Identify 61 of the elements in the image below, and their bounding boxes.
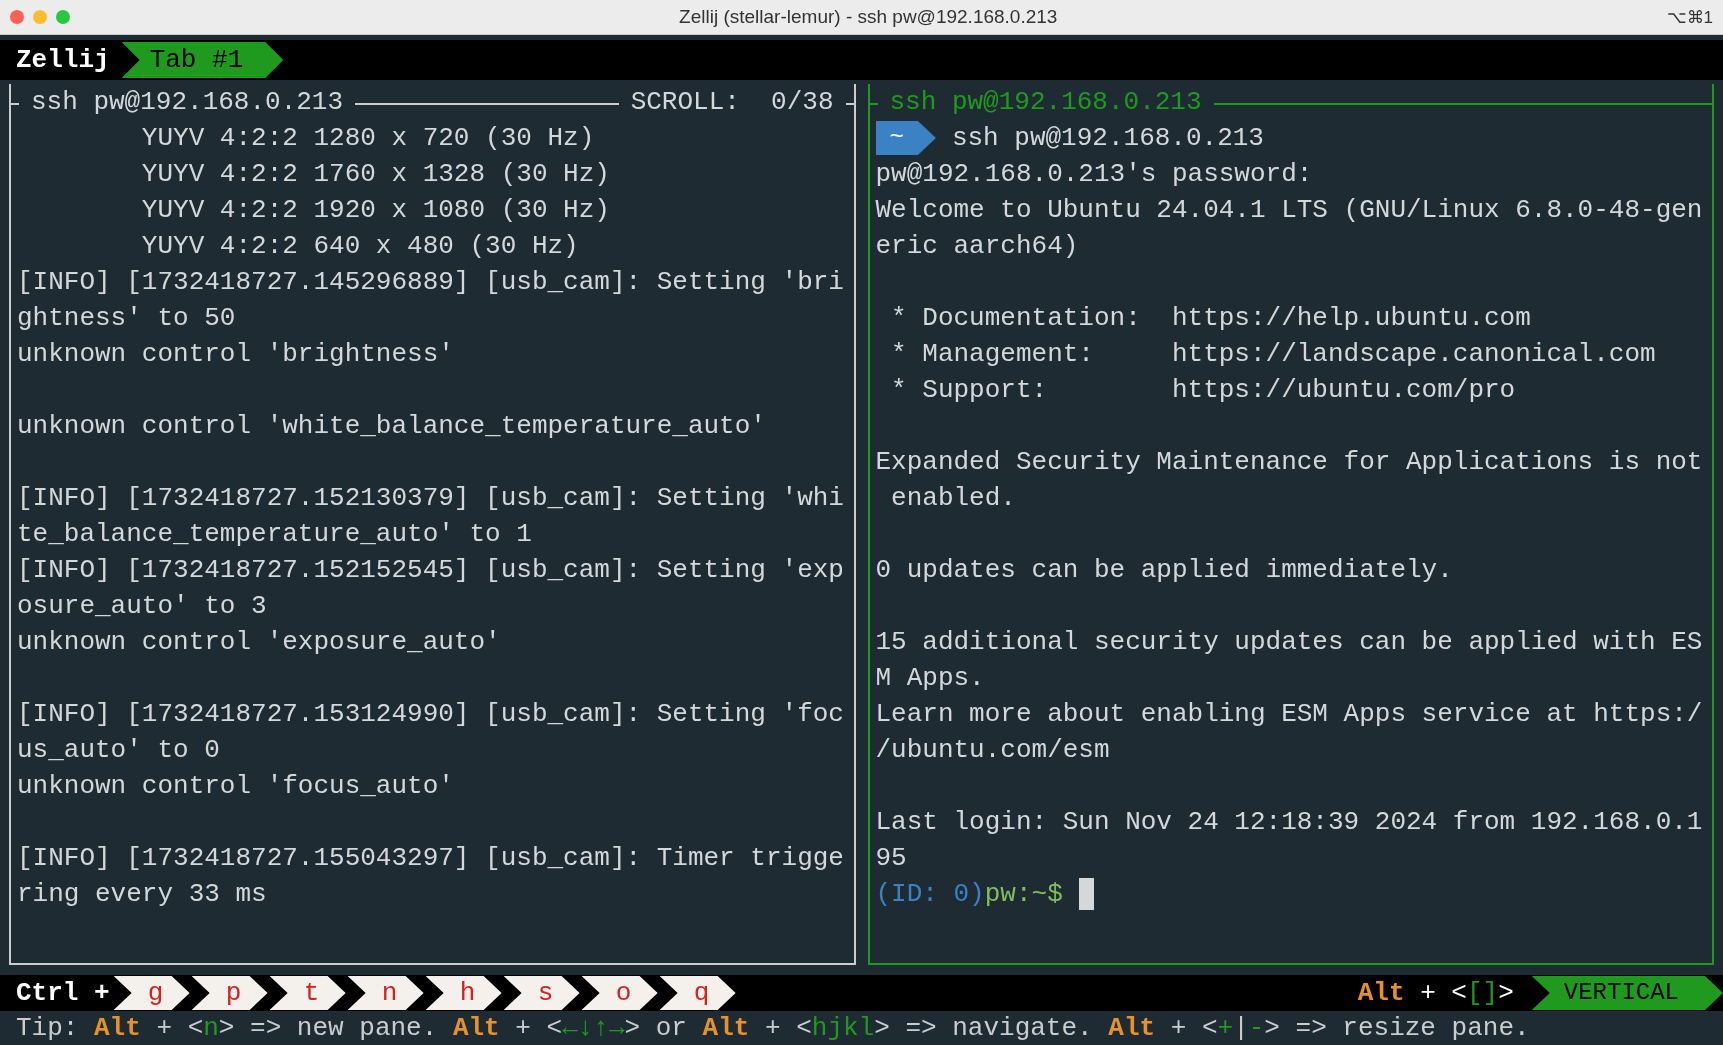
terminal-line: 15 additional security updates can be applied with ES (875, 626, 1704, 659)
terminal-line: Expanded Security Maintenance for Applications is not (875, 446, 1704, 479)
terminal-line: ghtness' to 50 (17, 302, 237, 335)
terminal-line: us_auto' to 0 (17, 734, 221, 767)
terminal-line: eric aarch64) (875, 230, 1080, 263)
terminal-line: ring every 33 ms (17, 878, 268, 911)
terminal-line: unknown control 'focus_auto' (17, 770, 455, 803)
layout-indicator[interactable]: VERTICAL (1531, 976, 1723, 1010)
terminal-line: 95 (875, 842, 908, 875)
window-shortcut: ⌥⌘1 (1666, 6, 1713, 28)
terminal-line: te_balance_temperature_auto' to 1 (17, 518, 533, 551)
terminal-line: Last login: Sun Nov 24 12:18:39 2024 from 192.168.0.1 (875, 806, 1704, 839)
terminal-line: 0 updates can be applied immediately. (875, 554, 1454, 587)
terminal-line: M Apps. (875, 662, 986, 695)
minimize-icon[interactable] (33, 10, 47, 24)
mode-key[interactable]: s (503, 976, 580, 1010)
mode-key[interactable]: t (269, 976, 346, 1010)
terminal-line: YUYV 4:2:2 1920 x 1080 (30 Hz) (140, 194, 611, 227)
terminal-line: YUYV 4:2:2 1760 x 1328 (30 Hz) (140, 158, 611, 191)
shell-prompt: pw:~$ (984, 879, 1063, 909)
mode-key[interactable]: o (581, 976, 658, 1010)
terminal-line: [INFO] [1732418727.152152545] [usb_cam]: Setting 'exp (17, 554, 845, 587)
terminal-line: unknown control 'white_balance_temperature_auto' (17, 410, 767, 443)
modifier-label: Ctrl + (16, 978, 110, 1008)
window-title: Zellij (stellar-lemur) - ssh pw@192.168.0.213 (678, 6, 1059, 28)
pane-title: ssh pw@192.168.0.213 (30, 87, 345, 117)
tip-text: Tip: Alt + <n> => new pane. Alt + <←↓↑→> or Alt + <hjkl> => navigate. Alt + <+|-> => resize pane. (15, 1012, 1531, 1045)
mode-key[interactable]: g (113, 976, 190, 1010)
close-icon[interactable] (10, 10, 24, 24)
terminal-line: YUYV 4:2:2 640 x 480 (30 Hz) (140, 230, 580, 263)
terminal-line: Welcome to Ubuntu 24.04.1 LTS (GNU/Linux 6.8.0-48-gen (875, 194, 1704, 227)
terminal-line: pw@192.168.0.213's password: (875, 158, 1314, 191)
session-name: Zellij (15, 45, 111, 75)
mode-key[interactable]: p (191, 976, 268, 1010)
shell-prompt-id: (ID: 0) (875, 879, 985, 909)
terminal-line: YUYV 4:2:2 1280 x 720 (30 Hz) (140, 122, 596, 155)
terminal-line: [INFO] [1732418727.153124990] [usb_cam]: Setting 'foc (17, 698, 845, 731)
mode-key[interactable]: h (425, 976, 502, 1010)
tab[interactable]: Tab #1 (121, 42, 284, 78)
terminal-pane[interactable] (867, 84, 1714, 965)
terminal-pane[interactable] (9, 84, 856, 965)
terminal-line: [INFO] [1732418727.152130379] [usb_cam]: Setting 'whi (17, 482, 845, 515)
terminal-line: unknown control 'exposure_auto' (17, 626, 502, 659)
terminal-line: osure_auto' to 3 (17, 590, 268, 623)
terminal-line: * Support: https://ubuntu.com/pro (890, 374, 1517, 407)
directory-badge: ~ (875, 121, 936, 155)
terminal-line: /ubuntu.com/esm (875, 734, 1111, 767)
maximize-icon[interactable] (56, 10, 70, 24)
pane-title: ssh pw@192.168.0.213 (888, 87, 1203, 117)
command-text: ssh pw@192.168.0.213 (951, 123, 1264, 153)
terminal-line: [INFO] [1732418727.155043297] [usb_cam]: Timer trigge (17, 842, 845, 875)
swap-layout-hint: Alt + <[]> (1357, 978, 1514, 1008)
terminal-line: * Management: https://landscape.canonical.com (890, 338, 1657, 371)
mode-key[interactable]: q (659, 976, 736, 1010)
terminal-line: [INFO] [1732418727.145296889] [usb_cam]: Setting 'bri (17, 266, 845, 299)
scroll-indicator: SCROLL: 0/38 (629, 87, 835, 117)
mode-key[interactable]: n (347, 976, 424, 1010)
terminal-line: Learn more about enabling ESM Apps service at https:/ (875, 698, 1704, 731)
terminal-line: enabled. (890, 482, 1017, 515)
terminal-line: unknown control 'brightness' (17, 338, 455, 371)
terminal-line: * Documentation: https://help.ubuntu.com (890, 302, 1532, 335)
